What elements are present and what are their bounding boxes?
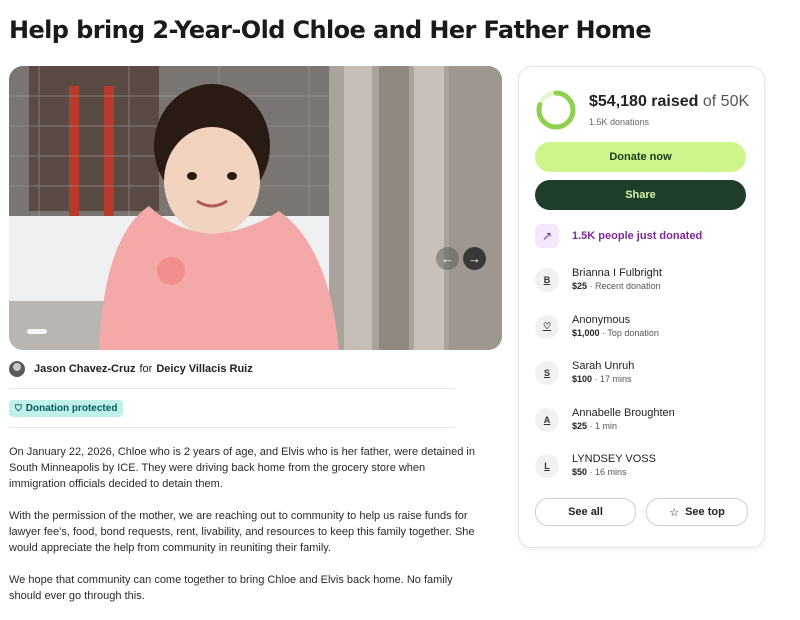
raised-amount: $54,180 raised <box>589 93 699 110</box>
donor-name: LYNDSEY VOSS <box>572 453 656 465</box>
share-button[interactable]: Share <box>535 180 746 210</box>
donation-panel: $54,180 raised of 50K 1.5K donations Don… <box>518 66 765 548</box>
donation-item: B Brianna I Fulbright $25 · Recent donat… <box>535 266 662 293</box>
recent-donation-trend: ↗ 1.5K people just donated <box>535 224 702 248</box>
progress-ring <box>536 90 576 130</box>
amount-raised: $54,180 raised of 50K <box>589 93 749 111</box>
donor-name: Anonymous <box>572 314 631 326</box>
donation-protected-badge[interactable]: ⛉ Donation protected <box>9 400 124 417</box>
star-icon: ☆ <box>669 506 680 519</box>
donation-amount: $50 <box>572 467 588 477</box>
trend-text: 1.5K people just donated <box>572 230 703 242</box>
photo-next-arrow-icon[interactable]: → <box>463 247 486 270</box>
donation-item: A Annabelle Broughten $25 · 1 min <box>535 406 675 433</box>
divider <box>9 427 455 428</box>
donation-item: S Sarah Unruh $100 · 17 mins <box>535 359 634 386</box>
see-top-button[interactable]: ☆ See top <box>646 498 748 526</box>
donor-avatar: S <box>535 360 559 385</box>
donor-name: Sarah Unruh <box>572 360 635 372</box>
page-title: Help bring 2-Year-Old Chloe and Her Fath… <box>9 16 652 44</box>
donation-item: L LYNDSEY VOSS $50 · 16 mins <box>535 452 656 479</box>
donor-avatar: B <box>535 267 559 292</box>
organizer-connector: for <box>139 363 153 375</box>
donor-avatar: L <box>535 453 559 478</box>
shield-icon: ⛉ <box>15 403 22 413</box>
divider <box>9 388 455 389</box>
donation-amount: $100 <box>572 374 593 384</box>
trending-up-icon: ↗ <box>535 224 559 248</box>
donation-detail: · Recent donation <box>587 281 661 291</box>
donation-count: 1.5K donations <box>589 117 650 127</box>
heart-hand-icon: ♡ <box>535 314 559 339</box>
donation-amount: $25 <box>572 281 588 291</box>
donation-amount: $1,000 <box>572 328 600 338</box>
carousel-indicator[interactable] <box>27 329 47 334</box>
organizer-row: Jason Chavez-Cruz for Deicy Villacis Rui… <box>9 361 253 377</box>
badge-label: Donation protected <box>25 403 118 414</box>
donation-detail: · 17 mins <box>592 374 632 384</box>
photo-prev-arrow-icon[interactable]: ← <box>436 247 459 270</box>
story-text: On January 22, 2026, Chloe who is 2 year… <box>9 444 484 620</box>
donate-now-button[interactable]: Donate now <box>535 142 746 172</box>
beneficiary-name[interactable]: Deicy Villacis Ruiz <box>156 363 252 375</box>
story-paragraph: On January 22, 2026, Chloe who is 2 year… <box>9 446 475 490</box>
campaign-photo-image <box>9 66 502 350</box>
donation-item: ♡ Anonymous $1,000 · Top donation <box>535 313 659 340</box>
see-all-button[interactable]: See all <box>535 498 636 526</box>
donor-name: Brianna I Fulbright <box>572 267 662 279</box>
donation-detail: · Top donation <box>599 328 659 338</box>
see-top-label: See top <box>685 506 725 518</box>
donation-detail: · 1 min <box>587 421 618 431</box>
story-paragraph: With the permission of the mother, we ar… <box>9 510 475 554</box>
donor-name: Annabelle Broughten <box>572 407 675 419</box>
story-paragraph: We hope that community can come together… <box>9 574 453 602</box>
donor-avatar: A <box>535 407 559 432</box>
organizer-name[interactable]: Jason Chavez-Cruz <box>34 363 135 375</box>
donation-amount: $25 <box>572 421 588 431</box>
campaign-photo[interactable] <box>9 66 502 350</box>
goal-text: of 50K <box>702 93 750 110</box>
organizer-avatar[interactable] <box>9 361 25 377</box>
donation-detail: · 16 mins <box>587 467 627 477</box>
